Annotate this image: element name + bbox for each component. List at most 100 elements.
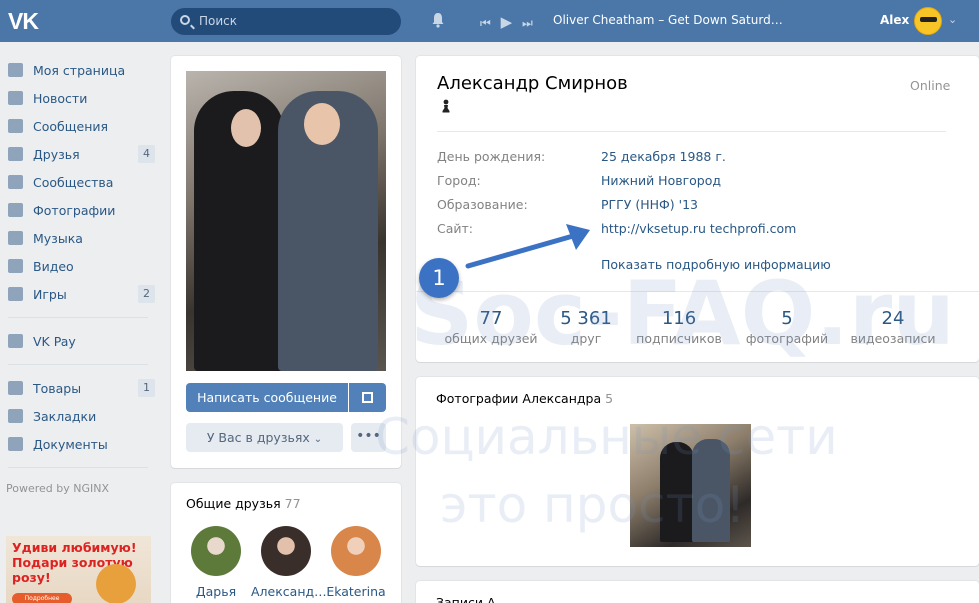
bell-icon[interactable] [430,12,446,28]
friend-avatar[interactable] [331,526,381,576]
powered-by[interactable]: Powered by NGINX [6,482,160,495]
counter-mutual-friends[interactable]: 77 общих друзей [441,308,541,346]
profile-photo[interactable] [186,71,386,371]
sidebar-item[interactable]: Друзья 4 [0,140,160,168]
sidebar-item[interactable]: Моя страница [0,56,160,84]
mutual-friend[interactable]: Александ… [251,526,327,599]
friend-avatar[interactable] [191,526,241,576]
counter-photos[interactable]: 5 фотографий [737,308,837,346]
friend-name[interactable]: Ekaterina [321,584,391,599]
counter-label: видеозаписи [850,331,936,346]
mutual-friend[interactable]: Дарья [181,526,251,599]
friends-status-button[interactable]: У Вас в друзьях ⌄ [186,423,343,452]
news-icon [8,91,23,105]
counter-followers[interactable]: 116 подписчиков [629,308,729,346]
counter-value: 5 [781,308,793,329]
birthday-value[interactable]: 25 декабря 1988 г. [601,149,726,164]
wall-title[interactable]: Записи А… [436,595,508,603]
sidebar-item[interactable]: Видео [0,252,160,280]
friend-avatar[interactable] [261,526,311,576]
send-message-button[interactable]: Написать сообщение [186,383,348,412]
mutual-friend[interactable]: Ekaterina [321,526,391,599]
sidebar-item[interactable]: Новости [0,84,160,112]
counter-label: друг [570,331,602,346]
counter-value: 24 [881,308,905,329]
counter-value: 116 [661,308,697,329]
show-more-info-link[interactable]: Показать подробную информацию [601,257,831,272]
sidebar-item[interactable]: VK Pay [0,327,160,355]
search-input[interactable]: Поиск [199,14,237,28]
online-status: Online [910,78,951,93]
vk-logo[interactable]: VK [8,8,39,35]
sidebar-item[interactable]: Сообщения [0,112,160,140]
photo-face [304,103,340,145]
sidebar-item[interactable]: Сообщества [0,168,160,196]
now-playing-track[interactable]: Oliver Cheatham – Get Down Saturd… [553,13,783,27]
photo-thumbnail[interactable] [630,424,751,547]
friends-icon [8,147,23,161]
user-name[interactable]: Alex [880,13,909,27]
mutual-friends-card: Общие друзья 77 Дарья Александ… Ekaterina [171,483,401,603]
play-icon[interactable]: ▶ [501,13,513,31]
sidebar-item-label: Товары [33,381,82,396]
friend-name[interactable]: Дарья [181,584,251,599]
education-value[interactable]: РГГУ (ННФ) '13 [601,197,698,212]
sidebar-ad[interactable]: Удиви любимую! Подари золотую розу! Подр… [6,536,151,603]
info-divider [437,131,946,132]
mutual-friends-label: Общие друзья [186,496,281,511]
photos-title-label: Фотографии Александра [436,391,602,406]
player-controls: ⏮ ▶ ⏭ [480,13,539,31]
sidebar-item[interactable]: Товары 1 [0,374,160,402]
rose-image [96,564,136,603]
profile-info-card: Александр Смирнов Online День рождения: … [416,56,979,362]
photo-person-man [692,439,730,542]
search-box[interactable]: Поиск [171,8,401,35]
website-link[interactable]: http://vksetup.ru techprofi.com [601,221,796,236]
profile-photo-card: Написать сообщение У Вас в друзьях ⌄ ••• [171,56,401,468]
ad-button[interactable]: Подробнее [12,593,72,603]
sidebar-divider [8,467,148,468]
sidebar-item-count: 2 [138,285,155,303]
messages-icon [8,119,23,133]
more-actions-button[interactable]: ••• [351,423,386,452]
sidebar-item-label: Видео [33,259,74,274]
chess-pawn-icon [442,99,450,113]
friend-name[interactable]: Александ… [251,584,327,599]
home-icon [8,63,23,77]
city-value[interactable]: Нижний Новгород [601,173,721,188]
sidebar-item[interactable]: Музыка [0,224,160,252]
document-icon [8,437,23,451]
star-icon [8,409,23,423]
sidebar-item-label: Фотографии [33,203,116,218]
sidebar-divider [8,317,148,318]
groups-icon [8,175,23,189]
gift-button[interactable] [349,383,386,412]
sidebar-item[interactable]: Документы [0,430,160,458]
mutual-friends-title[interactable]: Общие друзья 77 [186,496,301,511]
chevron-down-icon[interactable]: ⌄ [948,13,957,26]
sidebar-item[interactable]: Игры 2 [0,280,160,308]
counter-label: подписчиков [636,331,722,346]
sidebar-item-count: 4 [138,145,155,163]
sidebar-item-label: Сообщения [33,119,109,134]
next-track-icon[interactable]: ⏭ [522,16,533,31]
counter-value: 77 [479,308,503,329]
counter-videos[interactable]: 24 видеозаписи [843,308,943,346]
friends-status-label: У Вас в друзьях [206,430,310,445]
page-title: Александр Смирнов [437,73,628,94]
left-sidebar: Моя страница Новости Сообщения Друзья 4 Сообщ… [0,56,160,495]
top-bar: VK Поиск ⏮ ▶ ⏭ Oliver Cheatham – Get Dow… [0,0,979,42]
chevron-down-icon: ⌄ [313,434,323,445]
counter-friends[interactable]: 5 361 друг [536,308,636,346]
sidebar-divider [8,364,148,365]
sidebar-item-label: Моя страница [33,63,126,78]
counters-divider [416,291,979,292]
photos-title[interactable]: Фотографии Александра 5 [436,391,613,406]
prev-track-icon[interactable]: ⏮ [480,16,491,31]
sidebar-item[interactable]: Фотографии [0,196,160,224]
sidebar-item-label: Документы [33,437,108,452]
photo-person-woman [660,442,694,542]
user-avatar[interactable] [914,7,942,35]
sidebar-item-label: Сообщества [33,175,114,190]
sidebar-item[interactable]: Закладки [0,402,160,430]
